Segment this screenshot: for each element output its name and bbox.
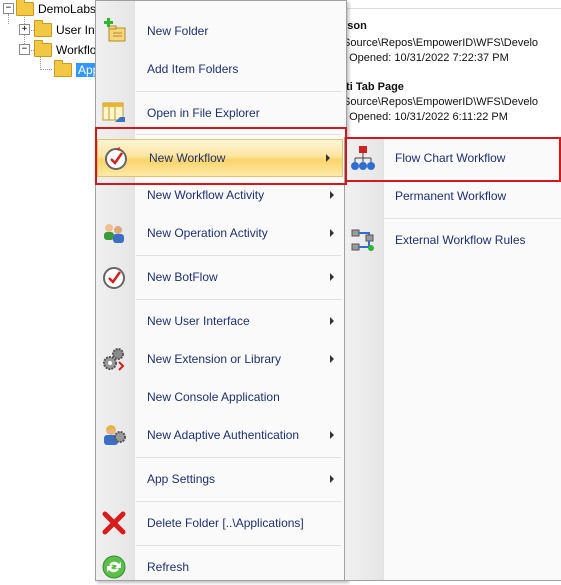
submenu-arrow-icon xyxy=(330,355,334,363)
delete-icon xyxy=(102,511,126,535)
workflow-submenu: Flow Chart Workflow Permanent Workflow E… xyxy=(344,137,561,581)
context-menu: New Folder Add Item Folders Open in File… xyxy=(95,0,347,581)
recent-item-title[interactable]: lti Tab Page xyxy=(343,81,404,93)
tree-node-workflows[interactable]: Workflo xyxy=(34,40,97,59)
folder-icon xyxy=(34,20,52,37)
tree-node-label: Workflo xyxy=(56,43,97,57)
recent-item-opened: t Opened: 10/31/2022 7:22:37 PM xyxy=(343,52,509,64)
folder-icon xyxy=(34,40,52,57)
submenu-item-external-workflow-rules[interactable]: External Workflow Rules xyxy=(345,222,561,258)
menu-item-label: Delete Folder [..\Applications] xyxy=(147,516,304,530)
annotation-highlight-new-workflow xyxy=(95,127,347,185)
recent-item-path: Source\Repos\EmpowerID\WFS\Develo xyxy=(343,96,539,108)
menu-item-new-extension-library[interactable]: New Extension or Library xyxy=(96,341,346,377)
user-gear-icon xyxy=(104,425,126,445)
botflow-icon xyxy=(103,267,125,289)
menu-item-label: New BotFlow xyxy=(147,270,218,284)
file-explorer-icon xyxy=(102,102,125,122)
menu-item-label: Add Item Folders xyxy=(147,62,239,76)
submenu-arrow-icon xyxy=(330,475,334,483)
users-icon xyxy=(104,224,124,243)
menu-item-label: New Workflow Activity xyxy=(147,188,265,202)
gears-icon xyxy=(103,348,125,371)
menu-item-new-operation-activity[interactable]: New Operation Activity xyxy=(96,215,346,251)
menu-item-label: New Folder xyxy=(147,24,209,38)
submenu-item-label: Permanent Workflow xyxy=(395,189,507,203)
folder-icon xyxy=(54,60,72,77)
menu-item-delete-folder[interactable]: Delete Folder [..\Applications] xyxy=(96,505,346,541)
menu-item-label: New Extension or Library xyxy=(147,352,282,366)
tree-node-label: User Int xyxy=(56,23,99,37)
folder-icon xyxy=(16,0,34,16)
menu-item-new-user-interface[interactable]: New User Interface xyxy=(96,303,346,339)
menu-item-label: New Adaptive Authentication xyxy=(147,428,300,442)
submenu-arrow-icon xyxy=(330,317,334,325)
submenu-arrow-icon xyxy=(330,431,334,439)
menu-item-refresh[interactable]: Refresh xyxy=(96,549,346,585)
submenu-item-label: External Workflow Rules xyxy=(395,233,526,247)
menu-item-label: App Settings xyxy=(147,472,216,486)
annotation-highlight-flow-chart xyxy=(345,137,561,182)
tree-node-label: DemoLabs xyxy=(38,2,97,16)
menu-item-label: Open in File Explorer xyxy=(147,106,260,120)
menu-item-add-item-folders[interactable]: Add Item Folders xyxy=(96,51,346,87)
tree-node-demolabs[interactable]: DemoLabs xyxy=(16,0,96,18)
refresh-icon xyxy=(102,555,126,579)
new-folder-icon xyxy=(104,18,126,42)
submenu-arrow-icon xyxy=(330,273,334,281)
menu-item-new-botflow[interactable]: New BotFlow xyxy=(96,259,346,295)
menu-item-new-adaptive-authentication[interactable]: New Adaptive Authentication xyxy=(96,417,346,453)
tree-node-user-interface[interactable]: User Int xyxy=(34,20,99,39)
recent-item-opened: t Opened: 10/31/2022 6:11:22 PM xyxy=(343,111,508,123)
menu-item-new-folder[interactable]: New Folder xyxy=(96,13,346,49)
submenu-arrow-icon xyxy=(330,191,334,199)
menu-item-label: New User Interface xyxy=(147,314,250,328)
external-rules-icon xyxy=(351,229,374,251)
recent-item-path: Source\Repos\EmpowerID\WFS\Develo xyxy=(343,37,539,49)
tree-expander[interactable]: − xyxy=(19,44,30,55)
menu-item-label: New Console Application xyxy=(147,390,280,404)
tree-expander[interactable]: − xyxy=(3,3,14,14)
menu-item-label: New Operation Activity xyxy=(147,226,268,240)
submenu-arrow-icon xyxy=(330,229,334,237)
submenu-item-permanent-workflow[interactable]: Permanent Workflow xyxy=(345,178,561,214)
menu-item-open-file-explorer[interactable]: Open in File Explorer xyxy=(96,95,346,131)
menu-item-app-settings[interactable]: App Settings xyxy=(96,461,346,497)
tree-expander[interactable]: + xyxy=(19,24,30,35)
menu-item-new-console-application[interactable]: New Console Application xyxy=(96,379,346,415)
menu-item-label: Refresh xyxy=(147,560,190,574)
